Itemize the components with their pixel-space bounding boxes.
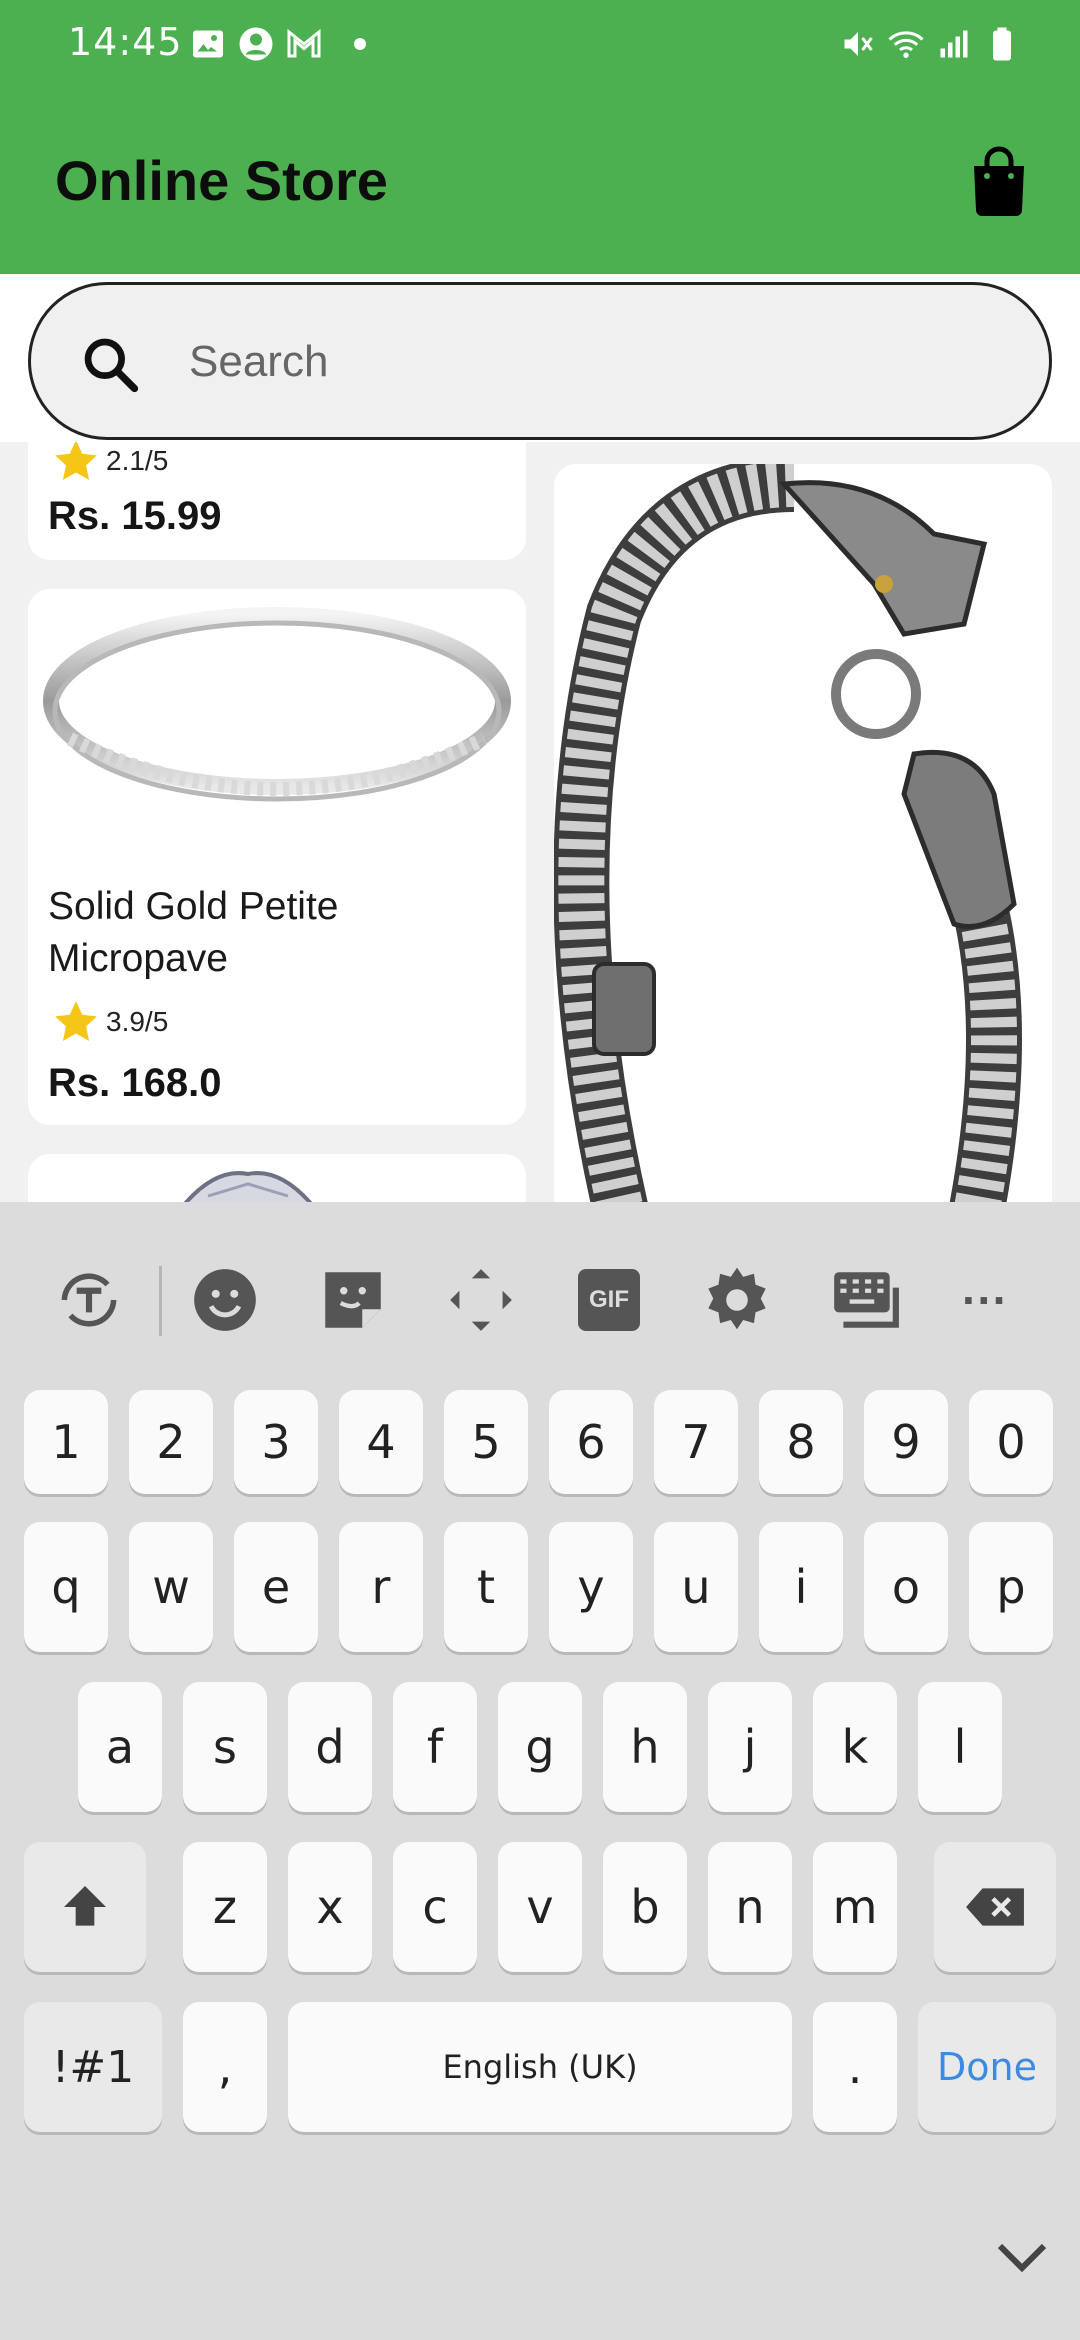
product-rating: 3.9/5 <box>50 997 168 1047</box>
key-m[interactable]: m <box>813 1842 897 1972</box>
symbols-key[interactable]: !#1 <box>24 2002 162 2132</box>
key-l[interactable]: l <box>918 1682 1002 1812</box>
search-input[interactable] <box>189 319 1009 405</box>
product-card[interactable]: 2.1/5 Rs. 15.99 <box>28 442 526 560</box>
signal-icon <box>940 30 968 58</box>
key-e[interactable]: e <box>234 1522 318 1652</box>
key-z[interactable]: z <box>183 1842 267 1972</box>
shift-icon <box>64 1886 106 1926</box>
product-price: Rs. 15.99 <box>48 494 222 538</box>
key-u[interactable]: u <box>654 1522 738 1652</box>
wifi-icon <box>888 31 924 58</box>
key-0[interactable]: 0 <box>969 1390 1053 1494</box>
gif-icon: GIF <box>578 1269 640 1331</box>
product-rating: 2.1/5 <box>50 442 168 486</box>
mute-icon <box>844 32 873 56</box>
shopping-bag-icon[interactable] <box>970 146 1028 216</box>
period-key[interactable]: . <box>813 2002 897 2132</box>
emoji-button[interactable] <box>180 1260 270 1340</box>
keyboard-button[interactable] <box>820 1260 910 1340</box>
app-bar: 14:45 Online Store <box>0 0 1080 274</box>
dot-icon <box>354 38 366 50</box>
backspace-key[interactable] <box>934 1842 1056 1972</box>
key-8[interactable]: 8 <box>759 1390 843 1494</box>
key-w[interactable]: w <box>129 1522 213 1652</box>
battery-icon <box>993 27 1011 61</box>
key-x[interactable]: x <box>288 1842 372 1972</box>
key-d[interactable]: d <box>288 1682 372 1812</box>
key-s[interactable]: s <box>183 1682 267 1812</box>
key-t[interactable]: t <box>444 1522 528 1652</box>
key-o[interactable]: o <box>864 1522 948 1652</box>
key-2[interactable]: 2 <box>129 1390 213 1494</box>
key-5[interactable]: 5 <box>444 1390 528 1494</box>
key-g[interactable]: g <box>498 1682 582 1812</box>
product-image <box>43 607 511 802</box>
gif-button[interactable]: GIF <box>564 1260 654 1340</box>
chevron-down-icon[interactable] <box>994 2238 1050 2278</box>
key-y[interactable]: y <box>549 1522 633 1652</box>
backspace-icon <box>966 1888 1024 1926</box>
key-c[interactable]: c <box>393 1842 477 1972</box>
shift-key[interactable] <box>24 1842 146 1972</box>
toolbar-divider <box>159 1266 162 1336</box>
translate-icon <box>61 1273 117 1327</box>
done-key[interactable]: Done <box>918 2002 1056 2132</box>
translate-button[interactable] <box>44 1260 134 1340</box>
key-9[interactable]: 9 <box>864 1390 948 1494</box>
key-q[interactable]: q <box>24 1522 108 1652</box>
rating-text: 2.1/5 <box>106 445 169 476</box>
key-4[interactable]: 4 <box>339 1390 423 1494</box>
product-image <box>183 1171 313 1202</box>
key-1[interactable]: 1 <box>24 1390 108 1494</box>
emoji-icon <box>194 1269 256 1331</box>
space-key[interactable]: English (UK) <box>288 2002 792 2132</box>
gmail-icon <box>287 28 321 58</box>
settings-icon <box>708 1267 766 1330</box>
keyboard-icon <box>834 1272 899 1328</box>
product-card[interactable] <box>554 464 1052 1202</box>
rating-text: 3.9/5 <box>106 1006 169 1037</box>
key-6[interactable]: 6 <box>549 1390 633 1494</box>
status-time: 14:45 <box>68 20 183 64</box>
comma-key[interactable]: , <box>183 2002 267 2132</box>
key-b[interactable]: b <box>603 1842 687 1972</box>
status-bar: 14:45 <box>0 0 1080 86</box>
more-icon[interactable]: ··· <box>940 1260 1030 1340</box>
app-title: Online Store <box>55 149 388 212</box>
sticker-icon <box>325 1272 381 1328</box>
key-f[interactable]: f <box>393 1682 477 1812</box>
account-icon <box>239 27 273 61</box>
key-7[interactable]: 7 <box>654 1390 738 1494</box>
star-icon <box>55 1001 97 1041</box>
soft-keyboard: GIF ··· 1 2 3 4 5 6 7 8 9 0 q w e r t y … <box>0 1202 1080 2340</box>
search-bar[interactable] <box>28 282 1052 440</box>
product-card[interactable] <box>28 1154 526 1202</box>
gallery-icon <box>193 30 223 58</box>
key-i[interactable]: i <box>759 1522 843 1652</box>
settings-button[interactable] <box>692 1260 782 1340</box>
move-button[interactable] <box>436 1260 526 1340</box>
star-icon <box>55 442 97 480</box>
product-card[interactable]: Solid Gold Petite Micropave 3.9/5 Rs. 16… <box>28 589 526 1125</box>
sticker-button[interactable] <box>308 1260 398 1340</box>
key-n[interactable]: n <box>708 1842 792 1972</box>
key-k[interactable]: k <box>813 1682 897 1812</box>
key-p[interactable]: p <box>969 1522 1053 1652</box>
move-icon <box>450 1269 512 1331</box>
product-price: Rs. 168.0 <box>48 1061 222 1105</box>
search-icon <box>84 338 139 393</box>
key-3[interactable]: 3 <box>234 1390 318 1494</box>
key-h[interactable]: h <box>603 1682 687 1812</box>
product-name: Solid Gold Petite Micropave <box>48 885 339 980</box>
key-r[interactable]: r <box>339 1522 423 1652</box>
key-v[interactable]: v <box>498 1842 582 1972</box>
key-a[interactable]: a <box>78 1682 162 1812</box>
product-grid[interactable]: 2.1/5 Rs. 15.99 Solid Gold Petite Microp… <box>0 442 1080 1202</box>
key-j[interactable]: j <box>708 1682 792 1812</box>
product-image <box>554 464 1022 1202</box>
